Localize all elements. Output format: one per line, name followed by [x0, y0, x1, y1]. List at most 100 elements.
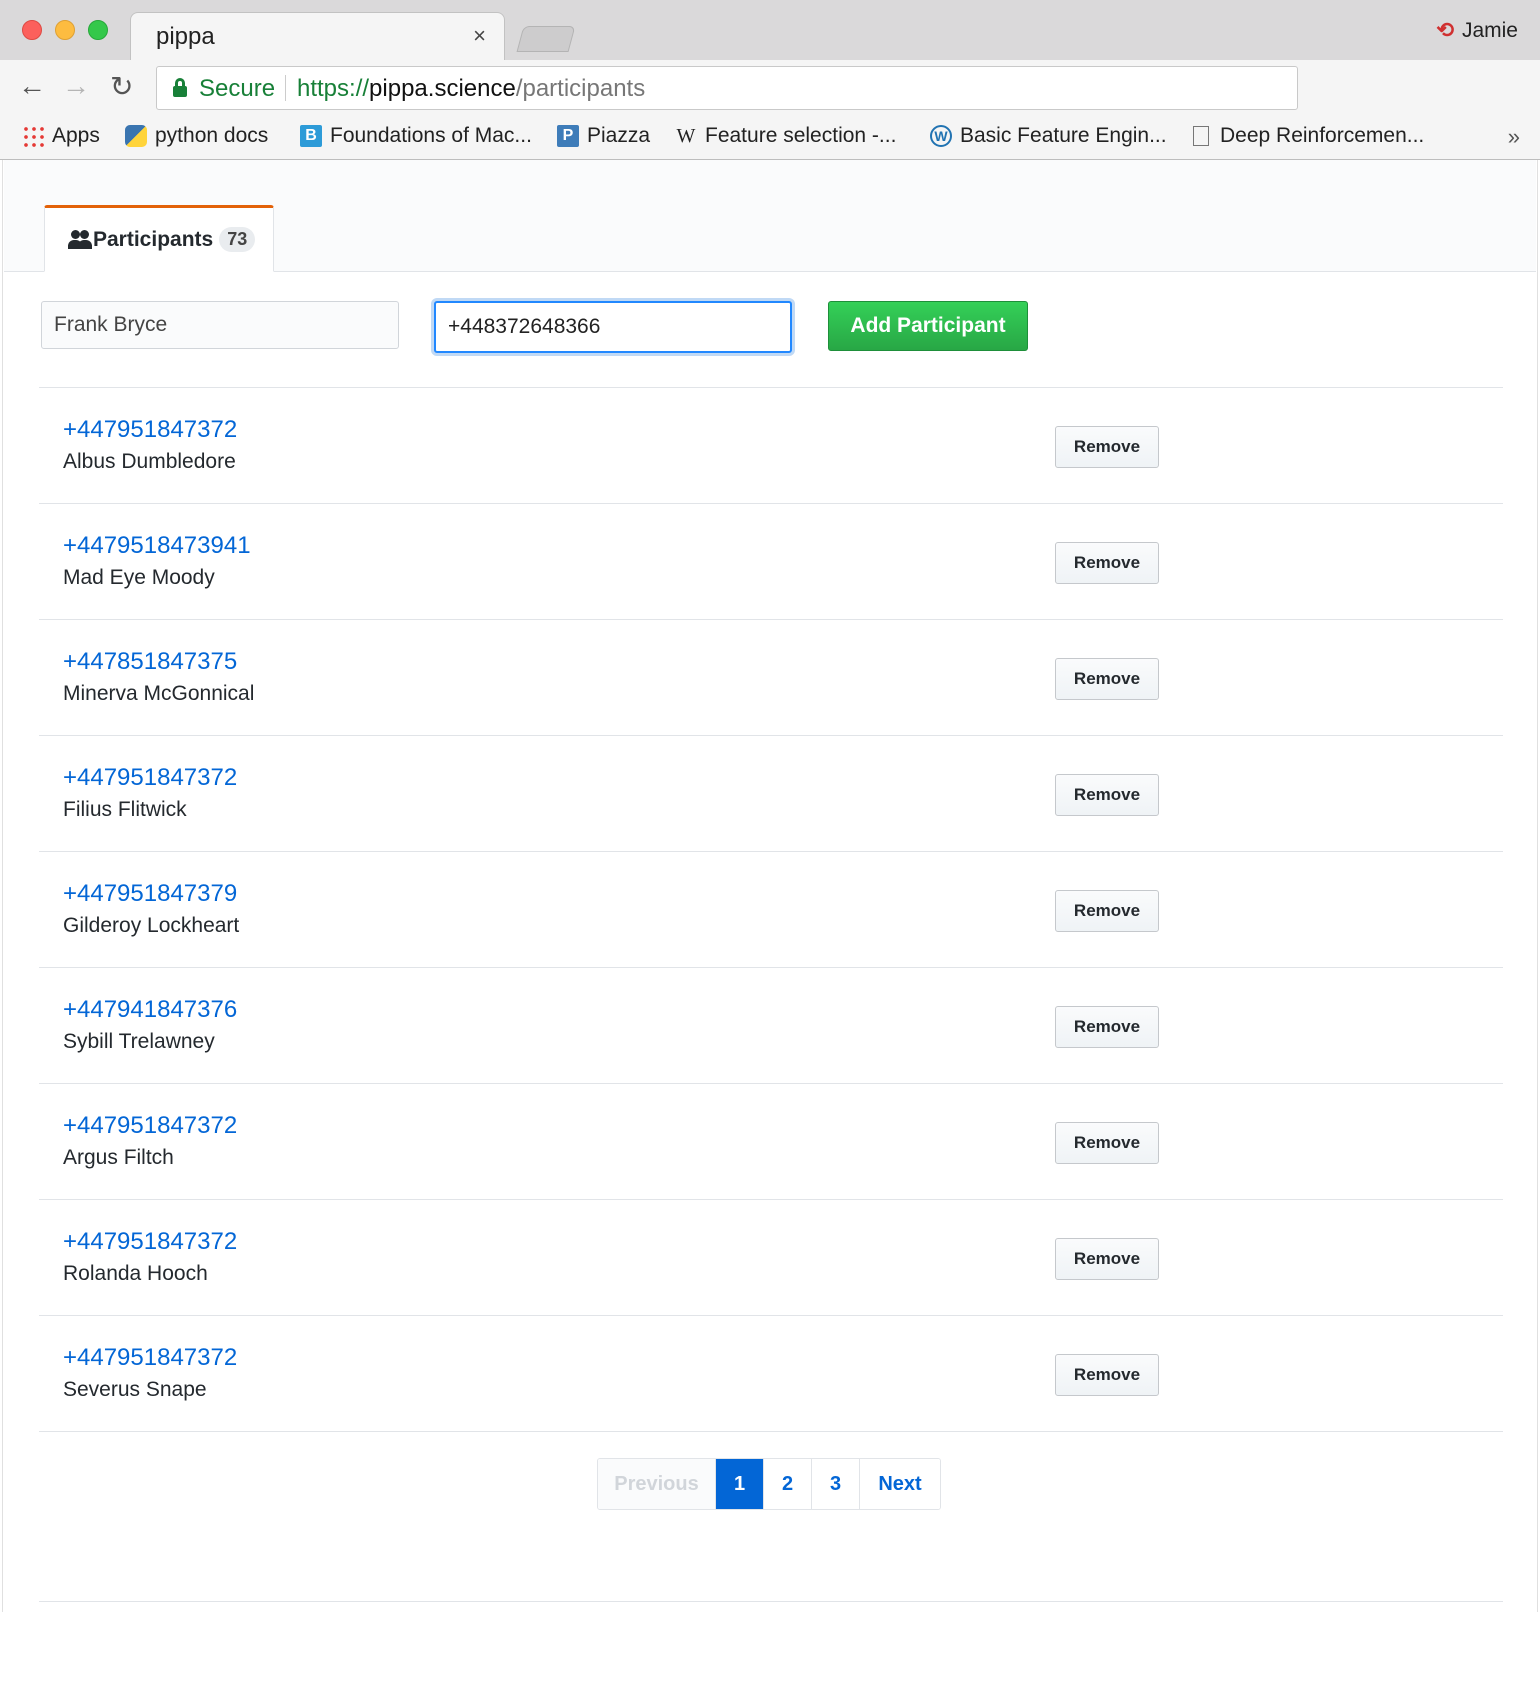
- participant-row: +447951847372 Severus Snape Remove: [39, 1315, 1503, 1431]
- url-path: /participants: [515, 75, 646, 102]
- participant-phone-link[interactable]: +447951847372: [63, 764, 237, 792]
- remove-participant-button[interactable]: Remove: [1055, 658, 1159, 700]
- bookmarks-bar: Apps python docs B Foundations of Mac... …: [0, 118, 1540, 160]
- participant-phone-link[interactable]: +4479518473941: [63, 532, 251, 560]
- remove-participant-button[interactable]: Remove: [1055, 1122, 1159, 1164]
- list-divider: [39, 1431, 1503, 1432]
- address-separator: [285, 75, 286, 101]
- participant-name-input[interactable]: [41, 301, 399, 349]
- tab-participants[interactable]: Participants 73: [44, 205, 274, 272]
- participant-row: +447951847379 Gilderoy Lockheart Remove: [39, 851, 1503, 967]
- participant-row: +447951847372 Argus Filtch Remove: [39, 1083, 1503, 1199]
- url-scheme: https://: [297, 75, 370, 102]
- bookmark-deep-reinforcement[interactable]: Deep Reinforcemen...: [1190, 124, 1424, 148]
- address-bar[interactable]: Secure https://pippa.science/participant…: [156, 66, 1298, 110]
- bookmark-label: python docs: [155, 124, 269, 147]
- participant-name: Albus Dumbledore: [63, 450, 236, 473]
- participant-row: +447951847372 Filius Flitwick Remove: [39, 735, 1503, 851]
- python-icon: [125, 125, 147, 147]
- bookmark-label: Piazza: [587, 124, 651, 147]
- participants-count-badge: 73: [219, 227, 256, 252]
- browser-toolbar: ← → ↻ Secure https://pippa.science/parti…: [0, 60, 1540, 118]
- participant-name: Severus Snape: [63, 1378, 207, 1401]
- document-icon: [1193, 126, 1209, 146]
- participant-row: +447941847376 Sybill Trelawney Remove: [39, 967, 1503, 1083]
- bookmark-label: Deep Reinforcemen...: [1220, 124, 1425, 147]
- participant-phone-link[interactable]: +447951847372: [63, 416, 237, 444]
- pagination-page-3[interactable]: 3: [812, 1459, 860, 1509]
- browser-chrome: pippa × ⟲ Jamie ← → ↻ Secure https://pipp…: [0, 0, 1540, 160]
- url-host: pippa.science: [369, 75, 516, 102]
- participant-phone-link[interactable]: +447851847375: [63, 648, 237, 676]
- back-arrow-icon[interactable]: ←: [18, 70, 46, 102]
- remove-participant-button[interactable]: Remove: [1055, 1354, 1159, 1396]
- participant-row: +447951847372 Albus Dumbledore Remove: [39, 387, 1503, 503]
- pagination: Previous 1 2 3 Next: [597, 1458, 941, 1510]
- minimize-window-button[interactable]: [55, 20, 75, 40]
- participant-name: Argus Filtch: [63, 1146, 174, 1169]
- participant-phone-link[interactable]: +447951847372: [63, 1112, 237, 1140]
- profile-button[interactable]: ⟲ Jamie: [1436, 18, 1518, 43]
- piazza-icon: P: [557, 125, 579, 147]
- bookmark-basic-feature[interactable]: W Basic Feature Engin...: [930, 124, 1167, 148]
- participant-name: Rolanda Hooch: [63, 1262, 208, 1285]
- bookmark-label: Foundations of Mac...: [330, 124, 532, 147]
- bookmark-label: Apps: [52, 124, 100, 147]
- profile-name: Jamie: [1461, 19, 1518, 42]
- pagination-previous: Previous: [598, 1459, 716, 1509]
- footer-divider: [39, 1601, 1503, 1602]
- remove-participant-button[interactable]: Remove: [1055, 1006, 1159, 1048]
- remove-participant-button[interactable]: Remove: [1055, 426, 1159, 468]
- b-logo-icon: B: [300, 125, 322, 147]
- tabs-bar: Participants 73: [4, 160, 1536, 272]
- title-bar: pippa × ⟲ Jamie: [0, 0, 1540, 60]
- add-participant-button[interactable]: Add Participant: [828, 301, 1028, 351]
- pagination-page-2[interactable]: 2: [764, 1459, 812, 1509]
- tab-participants-label: Participants: [93, 227, 214, 251]
- participant-name: Sybill Trelawney: [63, 1030, 215, 1053]
- participant-phone-link[interactable]: +447951847379: [63, 880, 237, 908]
- profile-sync-icon: ⟲: [1436, 19, 1454, 42]
- pagination-page-1[interactable]: 1: [716, 1459, 764, 1509]
- wordpress-icon: W: [930, 125, 952, 147]
- close-tab-icon[interactable]: ×: [473, 23, 486, 49]
- participant-row: +447851847375 Minerva McGonnical Remove: [39, 619, 1503, 735]
- bookmark-apps[interactable]: Apps: [22, 124, 100, 148]
- bookmark-feature-selection[interactable]: W Feature selection -...: [675, 124, 897, 148]
- apps-grid-icon: [22, 125, 44, 147]
- remove-participant-button[interactable]: Remove: [1055, 542, 1159, 584]
- remove-participant-button[interactable]: Remove: [1055, 890, 1159, 932]
- url-text: https://pippa.science/participants: [297, 75, 645, 103]
- secure-label: Secure: [199, 75, 276, 102]
- remove-participant-button[interactable]: Remove: [1055, 1238, 1159, 1280]
- participant-name: Filius Flitwick: [63, 798, 187, 821]
- bookmark-python-docs[interactable]: python docs: [125, 124, 268, 148]
- bookmark-label: Basic Feature Engin...: [960, 124, 1167, 147]
- participant-name: Gilderoy Lockheart: [63, 914, 240, 937]
- close-window-button[interactable]: [22, 20, 42, 40]
- browser-tab-active[interactable]: pippa ×: [130, 12, 505, 60]
- pagination-next[interactable]: Next: [860, 1459, 940, 1509]
- participant-row: +4479518473941 Mad Eye Moody Remove: [39, 503, 1503, 619]
- participant-phone-link[interactable]: +447941847376: [63, 996, 237, 1024]
- wikipedia-icon: W: [676, 125, 696, 147]
- bookmark-label: Feature selection -...: [705, 124, 897, 147]
- reload-icon[interactable]: ↻: [110, 70, 133, 103]
- participant-name: Mad Eye Moody: [63, 566, 215, 589]
- bookmark-foundations[interactable]: B Foundations of Mac...: [300, 124, 532, 148]
- bookmarks-overflow-icon[interactable]: »: [1508, 124, 1520, 150]
- participants-list: +447951847372 Albus Dumbledore Remove +4…: [39, 387, 1503, 1432]
- forward-arrow-icon[interactable]: →: [62, 70, 90, 102]
- participant-phone-link[interactable]: +447951847372: [63, 1228, 237, 1256]
- bookmark-piazza[interactable]: P Piazza: [557, 124, 650, 148]
- new-tab-button[interactable]: [516, 26, 576, 52]
- people-icon: [67, 229, 92, 250]
- participant-name: Minerva McGonnical: [63, 682, 255, 705]
- browser-tab-title: pippa: [156, 23, 215, 50]
- participant-row: +447951847372 Rolanda Hooch Remove: [39, 1199, 1503, 1315]
- participant-phone-link[interactable]: +447951847372: [63, 1344, 237, 1372]
- zoom-window-button[interactable]: [88, 20, 108, 40]
- lock-icon: [173, 78, 187, 97]
- remove-participant-button[interactable]: Remove: [1055, 774, 1159, 816]
- participant-phone-input[interactable]: [434, 301, 792, 353]
